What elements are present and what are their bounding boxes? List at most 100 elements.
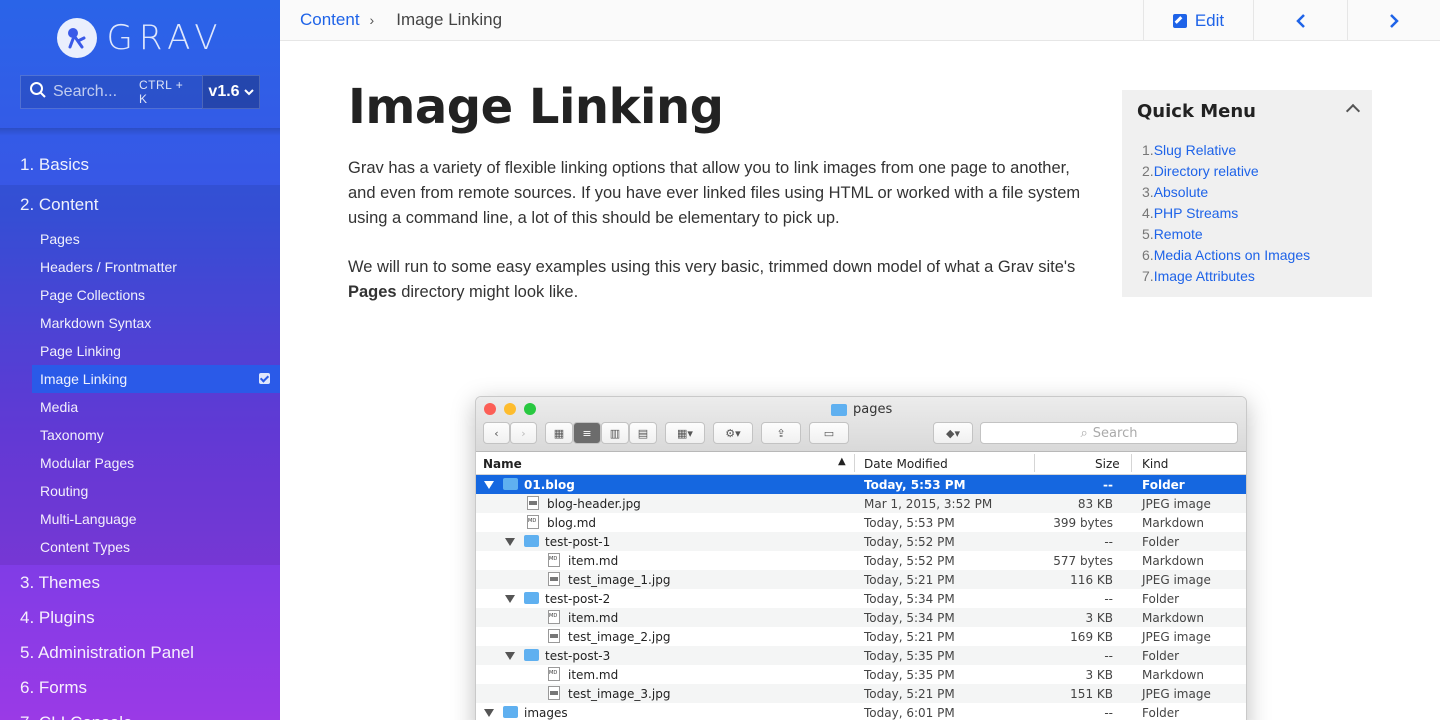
finder-column-headers: Name ▲ Date Modified Size Kind (476, 452, 1246, 475)
edit-button[interactable]: Edit (1143, 0, 1253, 41)
file-row: item.md Today, 5:52 PM 577 bytes Markdown (476, 551, 1246, 570)
folder-icon (524, 649, 539, 661)
nav-subitem-taxonomy[interactable]: Taxonomy (0, 421, 280, 449)
disclosure-triangle-icon (484, 709, 494, 717)
logo-text: GRAV (106, 18, 224, 58)
dropbox-icon: ◆▾ (933, 422, 973, 444)
nav-item-content[interactable]: 2. Content (0, 185, 280, 225)
chevron-down-icon (243, 89, 254, 96)
file-name: test-post-3 (545, 649, 611, 663)
file-name: item.md (568, 554, 619, 568)
file-size: 577 bytes (1053, 554, 1113, 568)
examples-paragraph: We will run to some easy examples using … (348, 255, 1093, 305)
nav-item-plugins[interactable]: 4. Plugins (0, 600, 280, 635)
sort-ascending-icon: ▲ (838, 456, 846, 467)
version-select[interactable]: v1.6 (202, 75, 260, 109)
file-date: Today, 5:52 PM (864, 535, 955, 549)
nav-item-themes[interactable]: 3. Themes (0, 565, 280, 600)
quick-menu-link[interactable]: Media Actions on Images (1154, 247, 1310, 263)
quick-menu-item[interactable]: 1.Slug Relative (1142, 142, 1310, 163)
file-date: Today, 5:53 PM (864, 516, 955, 530)
column-divider (1131, 454, 1132, 472)
nav-subitem-page-linking[interactable]: Page Linking (0, 337, 280, 365)
quick-menu-link[interactable]: Directory relative (1154, 163, 1259, 179)
nav-subitem-image-linking[interactable]: Image Linking (32, 365, 280, 393)
file-size: 83 KB (1077, 497, 1113, 511)
column-header-date: Date Modified (864, 457, 948, 471)
finder-title-text: pages (853, 402, 893, 417)
gear-icon: ⚙▾ (713, 422, 753, 444)
disclosure-triangle-icon (505, 595, 515, 603)
file-name: images (524, 706, 568, 720)
search-icon (29, 81, 47, 104)
file-name: test_image_1.jpg (568, 573, 671, 587)
quick-menu-link[interactable]: Absolute (1154, 184, 1208, 200)
sidebar-divider (0, 128, 280, 136)
nav-subitem-markdown-syntax[interactable]: Markdown Syntax (0, 309, 280, 337)
column-divider (1034, 454, 1035, 472)
nav-subitem-page-collections[interactable]: Page Collections (0, 281, 280, 309)
breadcrumb-link-content[interactable]: Content (300, 10, 360, 30)
quick-menu-item[interactable]: 2.Directory relative (1142, 163, 1310, 184)
file-kind: JPEG image (1142, 573, 1211, 587)
nav-item-cli-console[interactable]: 7. CLI Console (0, 705, 280, 720)
quick-menu-link[interactable]: Remote (1154, 226, 1203, 242)
file-size: 116 KB (1070, 573, 1113, 587)
chevron-right-icon (1390, 13, 1399, 28)
file-name: test_image_3.jpg (568, 687, 671, 701)
zoom-dot-icon (524, 403, 536, 415)
quick-menu-link[interactable]: Image Attributes (1154, 268, 1255, 284)
quick-menu-item[interactable]: 5.Remote (1142, 226, 1310, 247)
file-date: Today, 5:35 PM (864, 668, 955, 682)
column-view-icon: ▥ (601, 422, 629, 444)
file-size: 169 KB (1070, 630, 1113, 644)
file-row: test-post-1 Today, 5:52 PM -- Folder (476, 532, 1246, 551)
nav-item-administration-panel[interactable]: 5. Administration Panel (0, 635, 280, 670)
nav-subitem-content-types[interactable]: Content Types (0, 533, 280, 561)
file-row: blog.md Today, 5:53 PM 399 bytes Markdown (476, 513, 1246, 532)
image-file-icon (548, 572, 560, 586)
file-date: Today, 6:01 PM (864, 706, 955, 720)
quick-menu-item[interactable]: 7.Image Attributes (1142, 268, 1310, 289)
finder-file-list: 01.blog Today, 5:53 PM -- Folder blog-header… (476, 475, 1246, 720)
search-box[interactable]: CTRL + K (20, 75, 202, 109)
nav-subitem-routing[interactable]: Routing (0, 477, 280, 505)
nav-item-basics[interactable]: 1. Basics (0, 145, 280, 185)
quick-menu-item[interactable]: 6.Media Actions on Images (1142, 247, 1310, 268)
nav-subitem-headers-frontmatter[interactable]: Headers / Frontmatter (0, 253, 280, 281)
chevron-up-icon[interactable] (1345, 103, 1361, 119)
file-kind: JPEG image (1142, 687, 1211, 701)
file-name: item.md (568, 668, 619, 682)
file-row: blog-header.jpg Mar 1, 2015, 3:52 PM 83 KB… (476, 494, 1246, 513)
file-kind: Markdown (1142, 554, 1204, 568)
file-row: 01.blog Today, 5:53 PM -- Folder (476, 475, 1246, 494)
quick-menu-item[interactable]: 3.Absolute (1142, 184, 1310, 205)
folder-icon (831, 403, 847, 416)
quick-menu-number: 1. (1142, 142, 1154, 158)
file-name: test-post-2 (545, 592, 611, 606)
next-page-button[interactable] (1347, 0, 1440, 41)
file-kind: Folder (1142, 535, 1180, 549)
file-kind: Markdown (1142, 668, 1204, 682)
search-input[interactable] (53, 83, 133, 101)
file-row: test-post-3 Today, 5:35 PM -- Folder (476, 646, 1246, 665)
column-header-kind: Kind (1142, 457, 1169, 471)
quick-menu-item[interactable]: 4.PHP Streams (1142, 205, 1310, 226)
grav-logo[interactable]: GRAV (0, 0, 280, 76)
image-file-icon (548, 629, 560, 643)
search-row: CTRL + K v1.6 (20, 75, 260, 109)
markdown-file-icon (548, 667, 560, 681)
file-size: 3 KB (1085, 611, 1113, 625)
quick-menu-list: 1.Slug Relative 2.Directory relative 3.A… (1142, 142, 1310, 289)
nav-item-forms[interactable]: 6. Forms (0, 670, 280, 705)
quick-menu-link[interactable]: Slug Relative (1154, 142, 1237, 158)
quick-menu: Quick Menu 1.Slug Relative 2.Directory r… (1122, 90, 1372, 297)
back-icon: ‹ (483, 422, 510, 444)
nav-subitem-modular-pages[interactable]: Modular Pages (0, 449, 280, 477)
nav-subitem-media[interactable]: Media (0, 393, 280, 421)
quick-menu-link[interactable]: PHP Streams (1154, 205, 1239, 221)
arrange-icon: ▦▾ (665, 422, 705, 444)
prev-page-button[interactable] (1253, 0, 1347, 41)
nav-subitem-multi-language[interactable]: Multi-Language (0, 505, 280, 533)
nav-subitem-pages[interactable]: Pages (0, 225, 280, 253)
